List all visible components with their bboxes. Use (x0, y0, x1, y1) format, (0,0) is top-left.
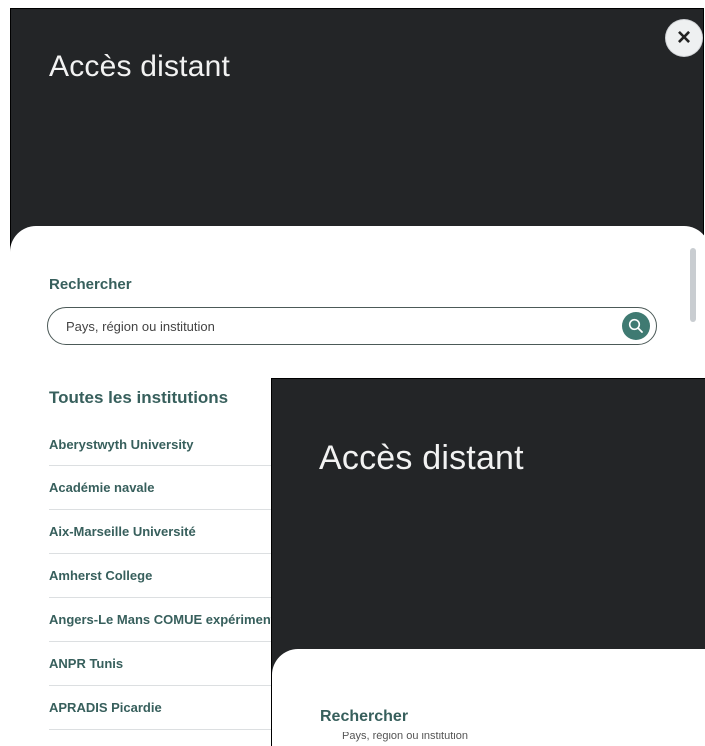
close-icon: × (676, 24, 691, 51)
search-box (47, 307, 657, 345)
overlay-content-card (272, 649, 705, 746)
overlay-search-placeholder[interactable]: Pays, région ou institution (342, 732, 468, 744)
institutions-heading: Toutes les institutions (49, 388, 229, 407)
overlay-search-label: Rechercher (320, 708, 409, 725)
search-icon (628, 318, 643, 333)
search-input[interactable] (66, 308, 606, 344)
scrollbar-thumb[interactable] (690, 248, 696, 322)
search-label: Rechercher (49, 276, 132, 293)
overlay-title: Accès distant (319, 439, 524, 477)
remote-access-panel-overlay: Accès distant Rechercher Pays, région ou… (271, 378, 705, 746)
search-button[interactable] (622, 312, 650, 340)
panel-title: Accès distant (49, 50, 231, 83)
screenshot-frame: × Accès distant Rechercher Toutes les in… (0, 0, 705, 746)
close-button[interactable]: × (666, 20, 702, 56)
